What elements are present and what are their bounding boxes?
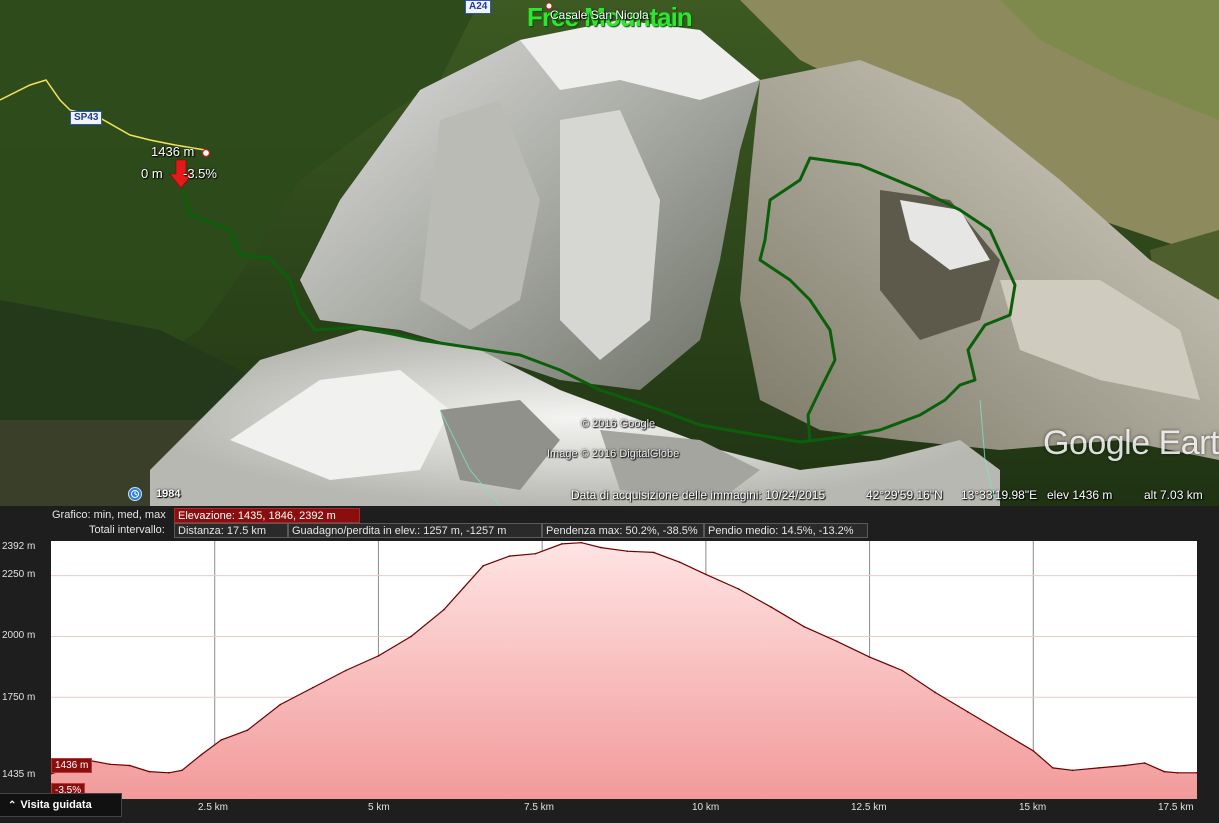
- elevation-point: [246, 729, 249, 731]
- elevation-point: [1163, 770, 1166, 773]
- elevation-point: [600, 546, 602, 549]
- y-tick-label: 1435 m: [2, 769, 36, 780]
- chevron-up-icon: ⌃: [8, 800, 17, 811]
- elevation-point: [737, 588, 740, 590]
- elevation-chart[interactable]: [0, 0, 1219, 823]
- x-tick-label: 15 km: [1019, 802, 1047, 813]
- elevation-point: [770, 606, 773, 609]
- elevation-point: [1196, 771, 1198, 774]
- guided-tour-label: Visita guidata: [20, 799, 92, 811]
- elevation-point: [109, 763, 111, 766]
- elevation-point: [508, 555, 511, 557]
- elevation-point: [200, 753, 203, 756]
- elevation-point: [482, 565, 485, 567]
- elevation-point: [148, 770, 151, 773]
- elevation-point: [279, 703, 282, 706]
- elevation-point: [1032, 750, 1035, 752]
- x-tick-label: 7.5 km: [524, 802, 555, 813]
- elevation-point: [181, 769, 183, 772]
- elevation-point: [967, 711, 969, 713]
- elevation-point: [836, 640, 838, 643]
- elevation-point: [1097, 767, 1100, 769]
- elevation-point: [443, 608, 445, 611]
- elevation-point: [560, 543, 563, 545]
- cursor-elevation-readout: 1436 m: [51, 758, 93, 773]
- elevation-point: [312, 686, 314, 689]
- elevation-point: [1052, 767, 1054, 769]
- y-tick-label: 1750 m: [2, 692, 36, 703]
- x-tick-label: 2.5 km: [198, 802, 229, 813]
- elevation-point: [220, 739, 223, 741]
- elevation-point: [705, 573, 707, 576]
- x-tick-label: 5 km: [368, 802, 390, 813]
- x-tick-label: 10 km: [692, 802, 720, 813]
- elevation-point: [678, 561, 681, 563]
- elevation-point: [410, 635, 412, 638]
- elevation-point: [1176, 771, 1179, 774]
- elevation-point: [1071, 769, 1074, 772]
- elevation-point: [803, 625, 805, 628]
- y-tick-label: 2000 m: [2, 630, 36, 641]
- y-tick-label: 2392 m: [2, 541, 36, 552]
- elevation-point: [128, 764, 131, 767]
- elevation-point: [652, 551, 655, 554]
- elevation-point: [168, 771, 170, 774]
- elevation-point: [534, 552, 537, 555]
- elevation-point: [1143, 762, 1146, 764]
- elevation-point: [999, 730, 1002, 733]
- elevation-point: [868, 656, 871, 658]
- elevation-point: [1124, 764, 1126, 767]
- elevation-point: [626, 550, 629, 553]
- elevation-point: [934, 691, 936, 694]
- elevation-point: [901, 669, 904, 672]
- elevation-point: [462, 586, 465, 589]
- guided-tour-button[interactable]: ⌃ Visita guidata: [0, 793, 122, 817]
- elevation-point: [580, 541, 583, 544]
- x-tick-label: 17.5 km: [1158, 802, 1194, 813]
- elevation-point: [50, 772, 52, 775]
- elevation-point: [377, 655, 380, 657]
- elevation-point: [344, 669, 347, 672]
- x-tick-label: 12.5 km: [851, 802, 887, 813]
- y-tick-label: 2250 m: [2, 569, 36, 580]
